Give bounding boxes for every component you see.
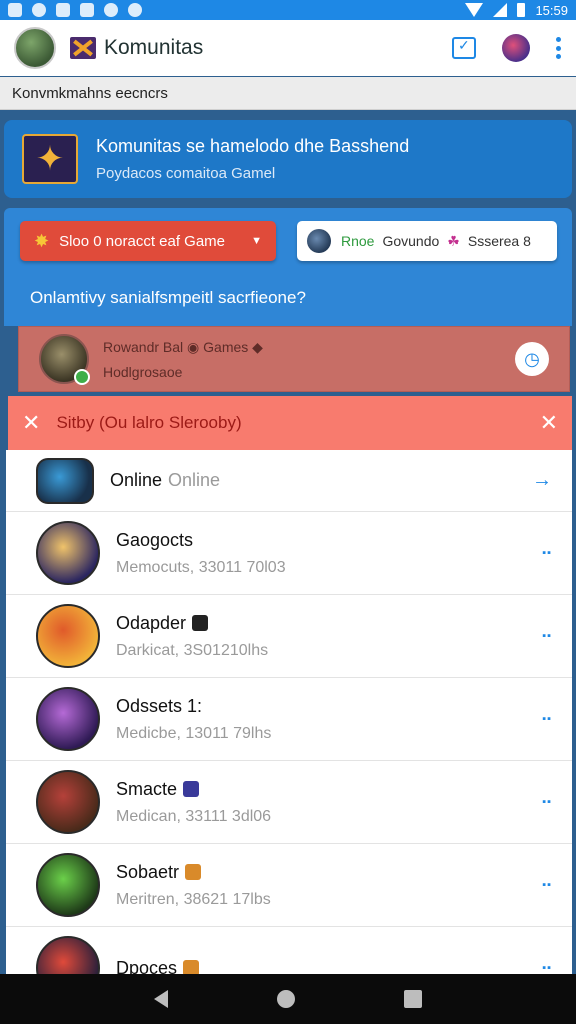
player-rank: Ssserea 8 [467,233,531,249]
community-banner[interactable]: ✦ Komunitas se hamelodo dhe Basshend Poy… [4,120,572,198]
back-icon[interactable] [154,990,169,1008]
wifi-icon [465,3,484,17]
calendar-check-icon[interactable] [452,37,476,59]
grid-options-icon[interactable]: ▪▪ [542,630,552,642]
game-select-button[interactable]: ✸ Sloo 0 noracct eaf Game ▼ [20,221,276,261]
member-name: Dpoces [116,957,178,975]
member-name: Smacte [116,778,178,799]
highlight-title: Rowandr Bal ◉ Games ◆ [103,338,263,355]
list-item[interactable]: Odapder Darkicat, 3S01210lhs ▪▪ [6,595,572,678]
app-title: Komunitas [104,36,204,59]
app-bar: Komunitas [0,20,576,76]
member-avatar [36,687,100,751]
player-tag: Rnoe [341,233,375,249]
close-x-icon[interactable]: ✕ [22,410,40,436]
arrow-right-icon[interactable]: → [532,469,552,492]
message-icon [56,3,70,17]
game-icon [104,3,118,17]
filter-panel: ✸ Sloo 0 noracct eaf Game ▼ Rnoe Govundo… [4,208,572,326]
rank-badge-icon [192,615,209,631]
member-list: Online Online → Gaogocts Memocuts, 33011 … [6,450,572,974]
banner-subtitle: Poydacos comaitoa Gamel [96,165,276,182]
member-avatar [36,770,100,834]
panel-question: Onlamtivy sanialfsmpeitl sacrfieone? [30,288,306,307]
hero-avatar-icon[interactable] [502,34,530,62]
more-options-icon[interactable] [556,37,562,59]
player-name: Govundo [382,233,440,249]
grid-options-icon[interactable]: ▪▪ [542,547,552,559]
dismiss-icon[interactable]: ✕ [540,410,558,436]
grid-options-icon[interactable]: ▪▪ [542,962,552,974]
rank-badge-icon [183,960,200,974]
clover-icon: ☘ [447,232,460,249]
member-subtitle: Medicbe, 13011 79lhs [116,724,272,742]
member-avatar [36,521,100,585]
banner-title: Komunitas se hamelodo dhe Basshend [96,136,410,156]
online-label: Online [110,470,163,490]
online-status: Online [168,470,221,490]
home-icon[interactable] [276,990,295,1008]
online-status-icon [74,369,90,385]
rank-badge-icon [183,781,200,797]
list-item[interactable]: Smacte Medican, 33111 3dl06 ▪▪ [6,761,572,844]
list-item[interactable]: Sobaetr Meritren, 38621 17lbs ▪▪ [6,844,572,927]
chevron-down-icon: ▼ [251,235,262,247]
list-item[interactable]: Dpoces ▪▪ [6,927,572,974]
clock-icon[interactable]: ◷ [515,342,549,376]
member-subtitle: Darkicat, 3S01210lhs [116,641,269,659]
notification-icons [8,3,142,17]
profile-avatar[interactable] [14,27,56,69]
member-avatar [39,334,90,385]
app-notification-icon [32,3,46,17]
player-avatar-icon [307,229,331,253]
error-text: Sitby (Ou lalro Slerooby) [56,413,242,432]
member-avatar [36,604,100,668]
game-select-label: Sloo 0 noracct eaf Game [59,232,226,250]
member-name: Gaogocts [116,529,194,550]
member-subtitle: Memocuts, 33011 70l03 [116,558,286,576]
status-time: 15:59 [535,2,568,18]
grid-options-icon[interactable]: ▪▪ [542,879,552,891]
rank-badge-icon [185,864,202,880]
list-item[interactable]: Odssets 1: Medicbe, 13011 79lhs ▪▪ [6,678,572,761]
status-bar: 15:59 [0,0,576,20]
star-icon: ✸ [34,230,50,251]
highlighted-member-row[interactable]: Rowandr Bal ◉ Games ◆ Hodlgrosaoe ◷ [18,326,570,392]
grid-options-icon[interactable]: ▪▪ [542,713,552,725]
member-avatar [36,853,100,917]
member-subtitle: Medican, 33111 3dl06 [116,807,272,825]
member-name: Odapder [116,612,187,633]
member-subtitle: Meritren, 38621 17lbs [116,890,271,908]
navigation-bar [0,974,576,1024]
error-banner: ✕ Sitby (Ou lalro Slerooby) ✕ [8,396,572,450]
highlight-subtitle: Hodlgrosaoe [103,363,183,380]
notification-icon [8,3,22,17]
signal-icon [493,3,508,17]
member-avatar [36,936,100,974]
member-name: Odssets 1: [116,695,203,716]
player-select-button[interactable]: Rnoe Govundo ☘ Ssserea 8 [297,221,557,261]
app-logo-icon [70,37,96,59]
list-item-online[interactable]: Online Online → [6,450,572,512]
crossed-swords-icon: ✦ [22,134,78,184]
online-avatar [36,457,94,504]
wifi-small-icon [128,3,142,17]
battery-icon [517,3,526,17]
subheader: Konvmkmahns eecncrs [0,77,576,110]
recents-icon[interactable] [403,990,422,1008]
member-name: Sobaetr [116,861,180,882]
list-item[interactable]: Gaogocts Memocuts, 33011 70l03 ▪▪ [6,512,572,595]
qr-icon [80,3,94,17]
grid-options-icon[interactable]: ▪▪ [542,796,552,808]
